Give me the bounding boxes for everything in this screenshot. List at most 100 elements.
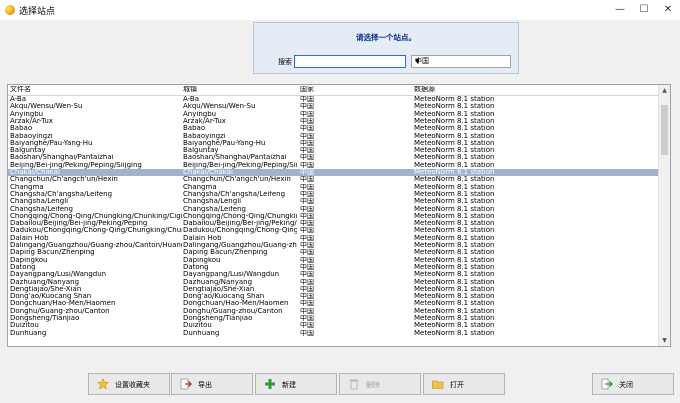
cell-town: Duizitou (183, 322, 212, 330)
export-icon (180, 378, 192, 390)
column-header-filename[interactable]: 文件名 (10, 86, 182, 93)
cell-country: 中国 (300, 278, 314, 286)
open-label: 打开 (450, 381, 464, 389)
exit-icon (601, 378, 613, 390)
app-icon (5, 5, 15, 15)
cell-filename: Dazhuang/Nanyang (10, 278, 80, 286)
export-label: 导出 (198, 381, 212, 389)
table-row[interactable]: Duizitou Duizitou 中国 MeteoNorm 8.1 station (8, 322, 658, 329)
cell-filename: Chakai/Chakai (10, 169, 60, 176)
cell-country: 中国 (300, 242, 314, 249)
column-header-country[interactable]: 国家 (300, 86, 412, 93)
cell-country: 中国 (300, 227, 314, 235)
cell-filename: Babao (10, 125, 33, 133)
export-button[interactable]: 导出 (171, 373, 253, 395)
set-favorites-label: 设置收藏夹 (115, 381, 150, 389)
trash-icon (350, 379, 358, 390)
new-button[interactable]: 新建 (255, 373, 337, 395)
cell-country: 中国 (300, 263, 314, 271)
cell-source: MeteoNorm 8.1 station (414, 300, 495, 308)
table-row[interactable]: Baiyanghe/Pau-Yang-Hu Baiyanghe/Pau-Yang-… (8, 140, 658, 147)
scroll-down-icon[interactable]: ▼ (659, 337, 670, 344)
table-row[interactable]: Dadukou/Chongqing/Chong-Qing/Chungking/C… (8, 227, 658, 234)
cell-country: 中国 (300, 220, 314, 228)
cell-source: MeteoNorm 8.1 station (414, 212, 495, 220)
vertical-scrollbar[interactable]: ▲ ▼ (658, 85, 670, 346)
cell-source: MeteoNorm 8.1 station (414, 139, 495, 147)
set-favorites-button[interactable]: 设置收藏夹 (88, 373, 170, 395)
table-row[interactable]: Dalingang/Guangzhou/Guang-zhou/Canton/Hu… (8, 242, 658, 249)
cell-town: Daping Bacun/Zhenping (183, 249, 268, 257)
cell-country: 中国 (300, 161, 314, 169)
table-row[interactable]: Balguntay Balguntay 中国 MeteoNorm 8.1 statio… (8, 147, 658, 154)
table-header: 文件名 城镇 国家 数据源 (8, 85, 658, 96)
table-row[interactable]: Akqu/Wensu/Wen-Su Akqu/Wensu/Wen-Su 中国 Mete… (8, 103, 658, 110)
close-button[interactable]: 关闭 (592, 373, 674, 395)
cell-town: Dalain Hob (183, 234, 222, 242)
cell-country: 中国 (300, 293, 314, 301)
scrollbar-thumb[interactable] (661, 105, 668, 155)
window-title: 选择站点 (19, 7, 56, 17)
new-label: 新建 (282, 381, 296, 389)
table-row[interactable]: Dalain Hob Dalain Hob 中国 MeteoNorm 8.1 stat… (8, 235, 658, 242)
table-row[interactable]: Babaoyingzi Babaoyingzi 中国 MeteoNorm 8.1 st… (8, 133, 658, 140)
table-row[interactable]: Changsha/Lengli Changsha/Lengli 中国 MeteoNor… (8, 198, 658, 205)
cell-source: MeteoNorm 8.1 station (414, 154, 495, 162)
open-button[interactable]: 打开 (423, 373, 505, 395)
table-row[interactable]: Changchun/Ch'angch'un/Hexin Changchun/Ch'… (8, 176, 658, 183)
cell-country: 中国 (300, 212, 314, 220)
minimize-button[interactable]: — (608, 0, 632, 20)
chevron-down-icon: ▼ (415, 58, 420, 65)
cell-town: Akqu/Wensu/Wen-Su (183, 103, 256, 111)
scroll-up-icon[interactable]: ▲ (659, 87, 670, 94)
cell-country: 中国 (300, 132, 314, 140)
table-row[interactable]: Beijing/Bei-jing/Peking/Peping/Siijging B… (8, 162, 658, 169)
cell-source: MeteoNorm 8.1 station (414, 103, 495, 111)
table-row[interactable]: Anyingbu Anyingbu 中国 MeteoNorm 8.1 station (8, 111, 658, 118)
table-row[interactable]: Dongsheng/Tianjiao Dongsheng/Tianjiao 中国 Me… (8, 315, 658, 322)
column-header-town[interactable]: 城镇 (183, 86, 297, 93)
table-row[interactable]: Chakai/Chakai Chakai/Chakai 中国 MeteoNorm 8.… (8, 169, 658, 177)
table-row[interactable]: Arzak/Ar-Tux Arzak/Ar-Tux 中国 MeteoNorm 8.1 … (8, 118, 658, 125)
region-dropdown[interactable]: 中国 ▼ (411, 55, 511, 68)
table-row[interactable]: Changma Changma 中国 MeteoNorm 8.1 station (8, 184, 658, 191)
table-row[interactable]: Baoshan/Shanghai/Pantaizhai Baoshan/Shang… (8, 154, 658, 161)
table-row[interactable]: Changsha/Ch'angsha/Leifeng Changsha/Ch'an… (8, 191, 658, 198)
column-header-source[interactable]: 数据源 (414, 86, 654, 93)
cell-town: Dayangpang/Lusi/Wangdun (183, 271, 280, 279)
delete-button[interactable]: 删除 (339, 373, 421, 395)
cell-country: 中国 (300, 183, 314, 191)
cell-country: 中国 (300, 271, 314, 279)
cell-town: Changchun/Ch'angch'un/Hexin (183, 176, 291, 184)
table-row[interactable]: Dabailou/Beijing/Bei-jing/Peking/Peping D… (8, 220, 658, 227)
cell-country: 中国 (300, 169, 314, 176)
title-bar: 选择站点 — ☐ ✕ (0, 0, 680, 20)
table-row[interactable]: Dengtiajao/She-Xian Dengtiajao/She-Xian 中国… (8, 286, 658, 293)
cell-source: MeteoNorm 8.1 station (414, 161, 495, 169)
close-window-button[interactable]: ✕ (656, 0, 680, 20)
table-row[interactable]: Dong'ao/Kuocang Shan Dong'ao/Kuocang Shan… (8, 293, 658, 300)
cell-source: MeteoNorm 8.1 station (414, 234, 495, 242)
table-row[interactable]: Dazhuang/Nanyang Dazhuang/Nanyang 中国 MeteoN… (8, 279, 658, 286)
cell-source: MeteoNorm 8.1 station (414, 125, 495, 133)
maximize-button[interactable]: ☐ (632, 0, 656, 20)
search-input[interactable] (294, 55, 406, 68)
table-row[interactable]: Dapingkou Dapingkou 中国 MeteoNorm 8.1 statio… (8, 257, 658, 264)
table-row[interactable]: Donghu/Guang-zhou/Canton Donghu/Guang-zho… (8, 308, 658, 315)
cell-town: Dazhuang/Nanyang (183, 278, 253, 286)
table-row[interactable]: A-Ba A-Ba 中国 MeteoNorm 8.1 station (8, 96, 658, 103)
table-row[interactable]: Datong Datong 中国 MeteoNorm 8.1 station (8, 264, 658, 271)
cell-source: MeteoNorm 8.1 station (414, 147, 495, 155)
cell-town: Changma (183, 183, 217, 191)
table-row[interactable]: Dunhuang Dunhuang 中国 MeteoNorm 8.1 station (8, 330, 658, 337)
table-row[interactable]: Daping Bacun/Zhenping Daping Bacun/Zhenpi… (8, 249, 658, 256)
table-row[interactable]: Changsha/Leifeng Changsha/Leifeng 中国 MeteoN… (8, 206, 658, 213)
delete-label: 删除 (366, 381, 380, 389)
close-label: 关闭 (619, 381, 633, 389)
table-row[interactable]: Babao Babao 中国 MeteoNorm 8.1 station (8, 125, 658, 132)
cell-filename: Beijing/Bei-jing/Peking/Peping/Siijging (10, 161, 142, 169)
cell-filename: Changsha/Lengli (10, 198, 69, 206)
table-row[interactable]: Chongqing/Chong-Qing/Chungking/Chunking/… (8, 213, 658, 220)
table-row[interactable]: Dayangpang/Lusi/Wangdun Dayangpang/Lusi/W… (8, 271, 658, 278)
table-row[interactable]: Dongchuan/Hao-Men/Haomen Dongchuan/Hao-Me… (8, 300, 658, 307)
